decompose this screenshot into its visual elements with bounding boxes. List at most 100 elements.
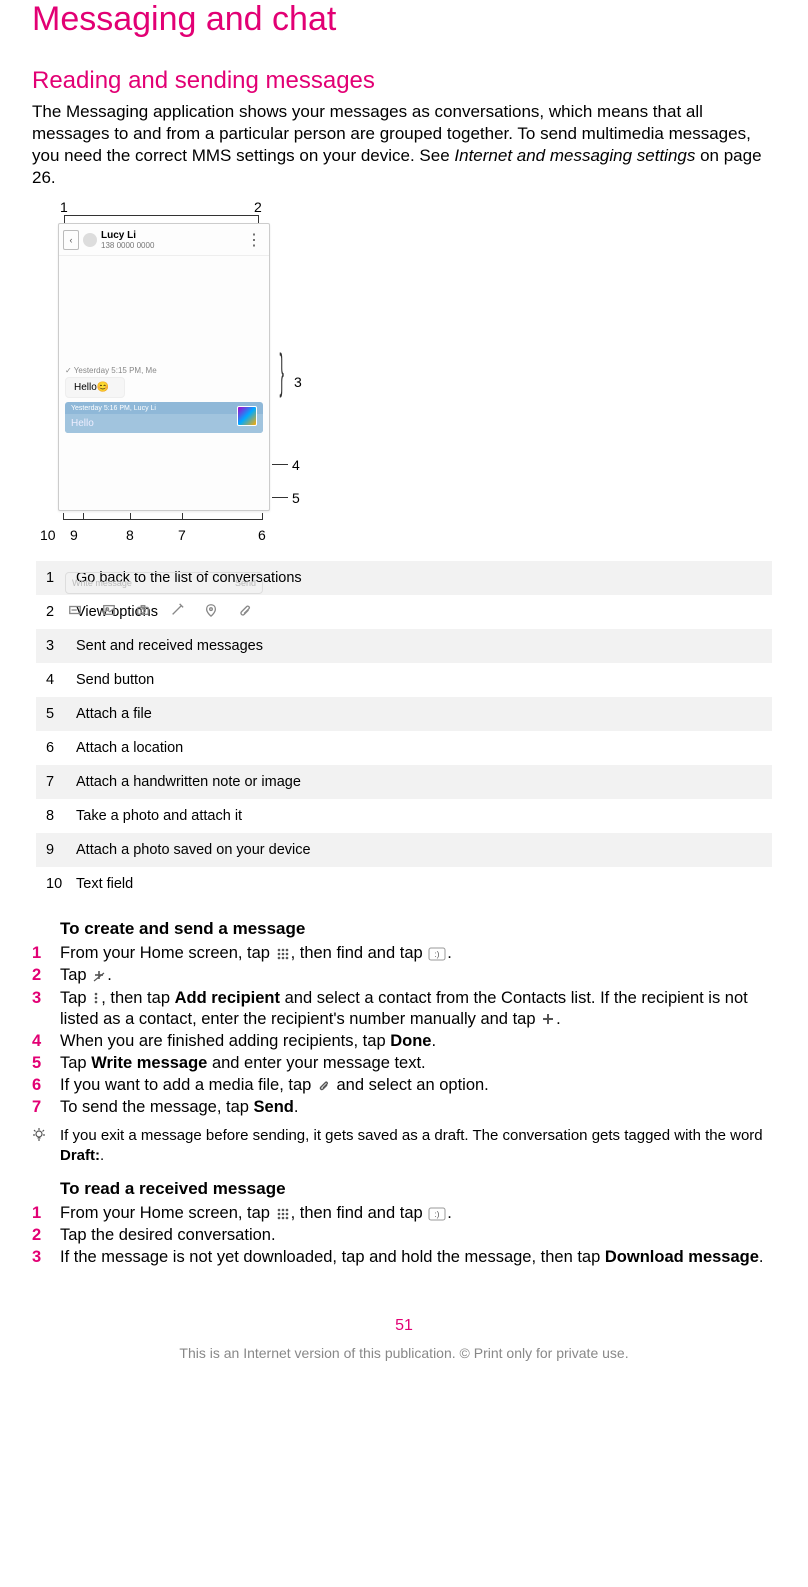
received-message-text: Hello: [65, 414, 263, 433]
step: 3 Tap , then tap Add recipient and selec…: [32, 988, 776, 1030]
section-heading: Reading and sending messages: [32, 67, 776, 95]
legend-row: 8Take a photo and attach it: [36, 799, 772, 833]
callout-line: [182, 513, 183, 519]
conversation-header: ‹ Lucy Li 138 0000 0000 ⋮: [59, 224, 269, 256]
step-fragment: .: [294, 1098, 299, 1116]
location-icon: [203, 602, 219, 618]
callout-line: [83, 513, 84, 519]
step-fragment: Tap the desired conversation.: [60, 1226, 276, 1244]
bracket-icon: }: [279, 344, 283, 401]
step-text: If the message is not yet downloaded, ta…: [60, 1247, 776, 1268]
step: 5 Tap Write message and enter your messa…: [32, 1053, 776, 1074]
legend-row: 10Text field: [36, 867, 772, 901]
step-fragment: Tap: [60, 1054, 91, 1072]
intro-paragraph: The Messaging application shows your mes…: [32, 101, 776, 189]
plus-icon: [541, 1012, 555, 1026]
step-fragment: Tap: [60, 966, 91, 984]
compose-row: Write message Send: [65, 572, 263, 594]
legend-num: 8: [46, 808, 76, 824]
paperclip-icon: [317, 1079, 331, 1093]
step-bold: Add recipient: [175, 989, 280, 1007]
callout-line: [63, 513, 64, 519]
create-heading: To create and send a message: [60, 919, 776, 939]
create-steps: 1 From your Home screen, tap , then find…: [32, 943, 776, 1118]
page-title: Messaging and chat: [32, 0, 776, 39]
step-bold: Write message: [91, 1054, 207, 1072]
lightbulb-icon: [32, 1126, 60, 1165]
attachment-thumbnail: [237, 406, 257, 426]
svg-text::): :): [435, 950, 440, 959]
phone-screenshot: ‹ Lucy Li 138 0000 0000 ⋮ Yesterday 5:15…: [58, 223, 270, 511]
contact-number: 138 0000 0000: [101, 241, 154, 250]
step-fragment: .: [556, 1010, 561, 1028]
legend-num: 4: [46, 672, 76, 688]
messaging-app-icon: :): [428, 1207, 446, 1221]
step-text: If you want to add a media file, tap and…: [60, 1075, 776, 1096]
callout-line: [272, 497, 288, 498]
legend-num: 9: [46, 842, 76, 858]
legend-text: Attach a location: [76, 740, 183, 756]
footer-note: This is an Internet version of this publ…: [32, 1345, 776, 1361]
callout-line: [262, 513, 263, 519]
attach-file-icon: [237, 602, 253, 618]
legend-text: Sent and received messages: [76, 638, 263, 654]
legend-num: 3: [46, 638, 76, 654]
step-fragment: , then find and tap: [291, 1204, 428, 1222]
step: 3 If the message is not yet downloaded, …: [32, 1247, 776, 1268]
step-text: From your Home screen, tap , then find a…: [60, 1203, 776, 1224]
step-num: 1: [32, 1203, 60, 1224]
messaging-app-icon: :): [428, 947, 446, 961]
step: 2 Tap .: [32, 965, 776, 986]
step-num: 6: [32, 1075, 60, 1096]
step-text: Tap , then tap Add recipient and select …: [60, 988, 776, 1030]
sent-message-bubble: Hello😊: [65, 377, 125, 398]
step-fragment: , then tap: [101, 989, 174, 1007]
callout-7: 7: [178, 527, 186, 543]
step-text: Tap the desired conversation.: [60, 1225, 776, 1246]
send-button: Send: [229, 578, 262, 588]
read-heading: To read a received message: [60, 1179, 776, 1199]
step-text: Tap .: [60, 965, 776, 986]
tip: If you exit a message before sending, it…: [32, 1126, 776, 1165]
callout-4: 4: [292, 457, 300, 473]
legend-row: 9Attach a photo saved on your device: [36, 833, 772, 867]
callout-6: 6: [258, 527, 266, 543]
apps-grid-icon: [276, 1207, 290, 1221]
step-fragment: and select an option.: [332, 1076, 489, 1094]
legend-text: Attach a photo saved on your device: [76, 842, 311, 858]
callout-line: [64, 215, 65, 223]
sent-message-meta: Yesterday 5:15 PM, Me: [65, 366, 269, 375]
step-fragment: .: [759, 1248, 764, 1266]
callout-10: 10: [40, 527, 56, 543]
callout-line: [130, 513, 131, 519]
step-num: 5: [32, 1053, 60, 1074]
intro-link-text: Internet and messaging settings: [454, 146, 695, 165]
step: 1 From your Home screen, tap , then find…: [32, 943, 776, 964]
callout-8: 8: [126, 527, 134, 543]
callout-line: [258, 215, 259, 223]
received-message-meta: Yesterday 5:16 PM, Lucy Li: [65, 402, 263, 414]
step-fragment: .: [447, 944, 452, 962]
step-num: 1: [32, 943, 60, 964]
step-text: From your Home screen, tap , then find a…: [60, 943, 776, 964]
received-message-block: Yesterday 5:16 PM, Lucy Li Hello: [65, 402, 263, 433]
legend-row: 4Send button: [36, 663, 772, 697]
more-options-icon: ⋮: [242, 230, 265, 250]
callout-line: [63, 519, 263, 520]
legend-text: Send button: [76, 672, 154, 688]
step-text: Tap Write message and enter your message…: [60, 1053, 776, 1074]
legend-num: 5: [46, 706, 76, 722]
step-fragment: Tap: [60, 989, 91, 1007]
step: 2 Tap the desired conversation.: [32, 1225, 776, 1246]
step-text: To send the message, tap Send.: [60, 1097, 776, 1118]
step-text: When you are finished adding recipients,…: [60, 1031, 776, 1052]
callout-line: [64, 215, 258, 216]
step-fragment: From your Home screen, tap: [60, 1204, 275, 1222]
step-num: 4: [32, 1031, 60, 1052]
callout-1: 1: [60, 199, 68, 215]
step-fragment: When you are finished adding recipients,…: [60, 1032, 390, 1050]
legend-row: 7Attach a handwritten note or image: [36, 765, 772, 799]
step-fragment: and enter your message text.: [207, 1054, 425, 1072]
step-num: 7: [32, 1097, 60, 1118]
step-num: 3: [32, 1247, 60, 1268]
